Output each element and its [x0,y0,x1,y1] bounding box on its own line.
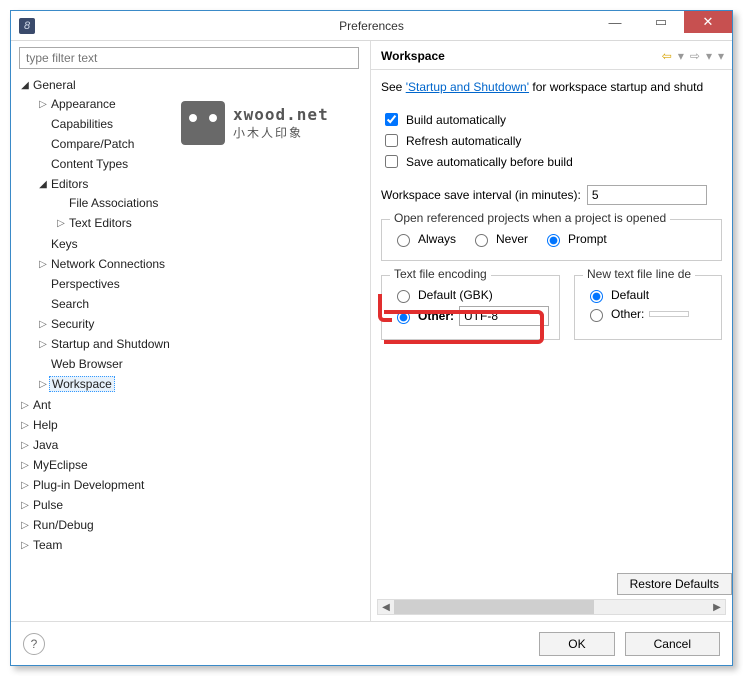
save-automatically-checkbox[interactable]: Save automatically before build [381,152,722,171]
tree-item-file-associations[interactable]: File Associations [55,194,366,212]
expand-icon[interactable]: ▷ [37,259,49,270]
expand-icon[interactable]: ▷ [19,440,31,451]
tree-item-content-types[interactable]: Content Types [37,155,366,173]
dropdown-icon[interactable]: ▾ [706,49,712,63]
expand-icon[interactable]: ▷ [37,379,49,390]
expand-icon[interactable]: ◢ [37,179,49,190]
tree-item-team[interactable]: ▷Team [19,536,366,554]
right-pane: Workspace ⇦ ▾ ⇨ ▾ ▾ See 'Startup and Shutd… [371,41,732,621]
back-icon[interactable]: ⇦ [662,49,672,63]
prompt-radio[interactable]: Prompt [542,231,607,247]
maximize-button[interactable]: ▭ [638,11,684,33]
refresh-automatically-checkbox[interactable]: Refresh automatically [381,131,722,150]
tree-item-plugin[interactable]: ▷Plug-in Development [19,476,366,494]
expand-icon[interactable]: ▷ [19,540,31,551]
tree-item-compare[interactable]: Compare/Patch [37,135,366,153]
tree-item-rundebug[interactable]: ▷Run/Debug [19,516,366,534]
window-controls: — ▭ ✕ [592,11,732,33]
scroll-left-icon[interactable]: ◀ [378,602,394,613]
startup-shutdown-link[interactable]: 'Startup and Shutdown' [406,80,529,94]
expand-icon[interactable]: ▷ [19,420,31,431]
forward-icon[interactable]: ⇨ [690,49,700,63]
line-default-radio[interactable]: Default [585,287,711,303]
expand-icon[interactable]: ▷ [19,520,31,531]
save-interval-input[interactable] [587,185,707,205]
tree-item-appearance[interactable]: ▷Appearance [37,95,366,113]
encoding-select[interactable]: UTF-8▾ [459,306,549,326]
tree-item-capabilities[interactable]: Capabilities [37,115,366,133]
scroll-right-icon[interactable]: ▶ [709,602,725,613]
app-icon: 8 [19,18,35,34]
tree-item-ant[interactable]: ▷Ant [19,396,366,414]
preferences-tree[interactable]: ◢General ▷Appearance Capabilities Compar… [19,75,366,615]
encoding-other-radio[interactable]: Other: UTF-8▾ [392,306,549,326]
tree-item-perspectives[interactable]: Perspectives [37,275,366,293]
restore-defaults-button[interactable]: Restore Defaults [617,573,732,595]
help-button[interactable]: ? [23,633,45,655]
tree-item-general[interactable]: ◢General [19,76,366,94]
page-title: Workspace [381,49,445,63]
see-link-text: See 'Startup and Shutdown' for workspace… [381,80,722,94]
filter-input[interactable] [19,47,359,69]
page-nav: ⇦ ▾ ⇨ ▾ ▾ [662,49,724,63]
expand-icon[interactable]: ▷ [19,480,31,491]
always-radio[interactable]: Always [392,231,456,247]
tree-item-text-editors[interactable]: ▷Text Editors [55,214,366,232]
tree-item-network[interactable]: ▷Network Connections [37,255,366,273]
preferences-window: 8 Preferences — ▭ ✕ xwood.net 小木人印象 ◢Gen… [10,10,733,666]
cancel-button[interactable]: Cancel [625,632,720,656]
ok-button[interactable]: OK [539,632,614,656]
tree-item-editors[interactable]: ◢Editors [37,175,366,193]
dropdown-icon[interactable]: ▾ [678,49,684,63]
tree-item-startup[interactable]: ▷Startup and Shutdown [37,335,366,353]
build-automatically-checkbox[interactable]: Build automatically [381,110,722,129]
tree-item-pulse[interactable]: ▷Pulse [19,496,366,514]
save-interval-label: Workspace save interval (in minutes): [381,188,581,202]
tree-item-web-browser[interactable]: Web Browser [37,355,366,373]
expand-icon[interactable]: ▷ [55,218,67,229]
encoding-group: Text file encoding Default (GBK) Other: … [381,275,560,340]
chevron-down-icon: ▾ [539,311,544,322]
never-radio[interactable]: Never [470,231,528,247]
line-delimiter-group: New text file line de Default Other: [574,275,722,340]
line-select[interactable] [649,311,689,317]
expand-icon[interactable]: ▷ [19,500,31,511]
expand-icon[interactable]: ▷ [37,339,49,350]
tree-item-keys[interactable]: Keys [37,235,366,253]
horizontal-scrollbar[interactable]: ◀ ▶ [377,599,726,615]
open-referenced-group: Open referenced projects when a project … [381,219,722,261]
expand-icon[interactable]: ◢ [19,80,31,91]
window-title: Preferences [339,19,404,33]
dropdown-icon[interactable]: ▾ [718,49,724,63]
expand-icon[interactable]: ▷ [19,400,31,411]
tree-item-help[interactable]: ▷Help [19,416,366,434]
expand-icon[interactable]: ▷ [37,99,49,110]
titlebar: 8 Preferences — ▭ ✕ [11,11,732,41]
close-button[interactable]: ✕ [684,11,732,33]
button-bar: ? OK Cancel [11,621,732,665]
tree-item-java[interactable]: ▷Java [19,436,366,454]
expand-icon[interactable]: ▷ [37,319,49,330]
encoding-default-radio[interactable]: Default (GBK) [392,287,549,303]
line-other-radio[interactable]: Other: [585,306,711,322]
tree-item-security[interactable]: ▷Security [37,315,366,333]
tree-item-workspace[interactable]: ▷Workspace [37,375,366,393]
minimize-button[interactable]: — [592,11,638,33]
tree-item-search[interactable]: Search [37,295,366,313]
tree-item-myeclipse[interactable]: ▷MyEclipse [19,456,366,474]
expand-icon[interactable]: ▷ [19,460,31,471]
scrollbar-thumb[interactable] [394,600,594,614]
left-pane: xwood.net 小木人印象 ◢General ▷Appearance Cap… [11,41,371,621]
